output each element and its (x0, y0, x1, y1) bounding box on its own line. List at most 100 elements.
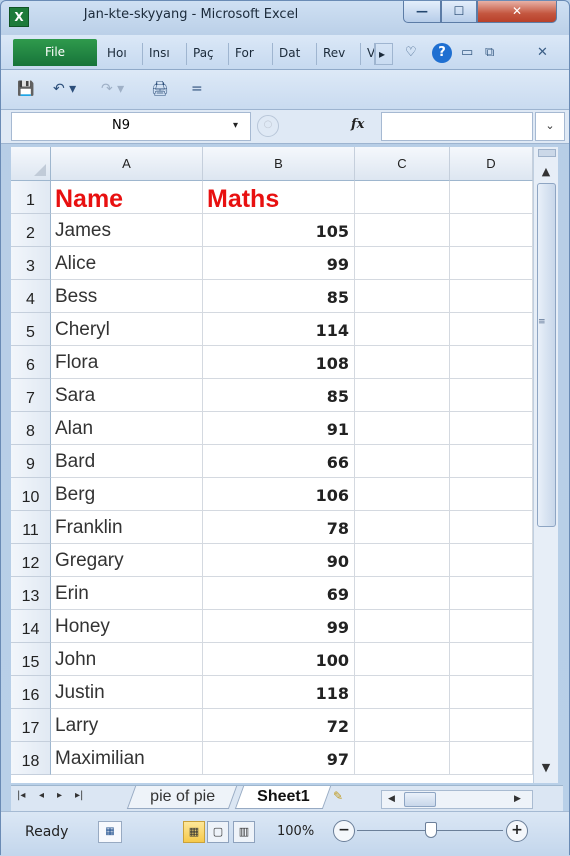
minimize-ribbon-icon[interactable]: ♡ (405, 45, 417, 60)
formula-input[interactable] (381, 112, 533, 141)
name-box[interactable]: N9 (11, 112, 251, 141)
workbook-restore-icon[interactable]: ⧉ (485, 45, 494, 60)
cell-c[interactable] (355, 676, 450, 709)
row-header[interactable]: 1 (11, 181, 51, 214)
cell-c[interactable] (355, 181, 450, 214)
cell-a[interactable]: John (51, 643, 203, 676)
cell-d[interactable] (450, 643, 533, 676)
zoom-slider-thumb[interactable] (425, 822, 437, 838)
row-header[interactable]: 11 (11, 511, 51, 544)
column-header-a[interactable]: A (51, 147, 203, 181)
cell-d[interactable] (450, 610, 533, 643)
cell-a[interactable]: Gregary (51, 544, 203, 577)
cell-c[interactable] (355, 379, 450, 412)
cell-b[interactable]: 118 (203, 676, 355, 709)
cell-a[interactable]: Name (51, 181, 203, 214)
zoom-in-button[interactable]: + (506, 820, 528, 842)
cell-d[interactable] (450, 313, 533, 346)
cell-c[interactable] (355, 511, 450, 544)
cell-c[interactable] (355, 643, 450, 676)
cell-b[interactable]: 85 (203, 379, 355, 412)
cell-d[interactable] (450, 544, 533, 577)
cell-b[interactable]: 106 (203, 478, 355, 511)
cell-a[interactable]: Flora (51, 346, 203, 379)
tab-formulas[interactable]: For (229, 43, 273, 65)
sheet-tab-sheet1[interactable]: Sheet1 (234, 786, 332, 809)
undo-icon[interactable]: ↶ ▾ (53, 81, 76, 97)
cell-c[interactable] (355, 445, 450, 478)
cell-b[interactable]: 69 (203, 577, 355, 610)
cell-a[interactable]: Maximilian (51, 742, 203, 775)
cell-b[interactable]: 97 (203, 742, 355, 775)
cell-d[interactable] (450, 214, 533, 247)
cell-c[interactable] (355, 709, 450, 742)
cell-a[interactable]: Cheryl (51, 313, 203, 346)
select-all-corner[interactable] (11, 147, 51, 181)
tab-home[interactable]: Hoı (101, 43, 143, 65)
column-header-b[interactable]: B (203, 147, 355, 181)
cell-c[interactable] (355, 346, 450, 379)
cancel-icon[interactable]: ○ (257, 115, 279, 137)
tab-view[interactable]: Vı (361, 43, 375, 65)
cell-c[interactable] (355, 610, 450, 643)
cell-d[interactable] (450, 676, 533, 709)
prev-sheet-icon[interactable]: ◂ (39, 790, 44, 801)
workbook-minimize-icon[interactable]: ▭ (461, 45, 473, 60)
cell-d[interactable] (450, 181, 533, 214)
cell-b[interactable]: 85 (203, 280, 355, 313)
cell-b[interactable]: Maths (203, 181, 355, 214)
cell-c[interactable] (355, 412, 450, 445)
zoom-out-button[interactable]: − (333, 820, 355, 842)
expand-formula-bar-icon[interactable]: ⌄ (535, 112, 565, 141)
customize-qat-icon[interactable]: = (191, 81, 203, 97)
cell-a[interactable]: Franklin (51, 511, 203, 544)
zoom-level[interactable]: 100% (277, 824, 314, 839)
normal-view-button[interactable]: ▦ (183, 821, 205, 843)
cell-b[interactable]: 72 (203, 709, 355, 742)
cell-d[interactable] (450, 709, 533, 742)
redo-icon[interactable]: ↷ ▾ (101, 81, 124, 97)
cell-d[interactable] (450, 346, 533, 379)
cell-b[interactable]: 108 (203, 346, 355, 379)
cell-d[interactable] (450, 742, 533, 775)
insert-function-icon[interactable]: fx (351, 117, 364, 132)
cell-b[interactable]: 100 (203, 643, 355, 676)
scroll-left-icon[interactable]: ◀ (388, 791, 395, 807)
cell-c[interactable] (355, 247, 450, 280)
cell-a[interactable]: Bard (51, 445, 203, 478)
tab-insert[interactable]: Insı (143, 43, 187, 65)
row-header[interactable]: 14 (11, 610, 51, 643)
cell-a[interactable]: Alan (51, 412, 203, 445)
tab-page-layout[interactable]: Paç (187, 43, 229, 65)
column-header-d[interactable]: D (450, 147, 533, 181)
cell-b[interactable]: 99 (203, 247, 355, 280)
insert-sheet-icon[interactable]: ✎ (333, 789, 343, 803)
row-header[interactable]: 9 (11, 445, 51, 478)
row-header[interactable]: 16 (11, 676, 51, 709)
cell-d[interactable] (450, 511, 533, 544)
cell-c[interactable] (355, 577, 450, 610)
vertical-scroll-thumb[interactable] (537, 183, 556, 527)
cell-d[interactable] (450, 478, 533, 511)
first-sheet-icon[interactable]: |◂ (17, 790, 25, 801)
cell-a[interactable]: Bess (51, 280, 203, 313)
column-header-c[interactable]: C (355, 147, 450, 181)
cell-c[interactable] (355, 313, 450, 346)
row-header[interactable]: 3 (11, 247, 51, 280)
cell-c[interactable] (355, 742, 450, 775)
save-icon[interactable]: 💾 (17, 81, 34, 97)
cell-d[interactable] (450, 379, 533, 412)
row-header[interactable]: 17 (11, 709, 51, 742)
tab-data[interactable]: Dat (273, 43, 317, 65)
cell-b[interactable]: 91 (203, 412, 355, 445)
cell-a[interactable]: James (51, 214, 203, 247)
sheet-tab-pie-of-pie[interactable]: pie of pie (126, 786, 238, 809)
tab-review[interactable]: Rev (317, 43, 361, 65)
row-header[interactable]: 12 (11, 544, 51, 577)
page-layout-view-button[interactable]: ▢ (207, 821, 229, 843)
cell-a[interactable]: Berg (51, 478, 203, 511)
macro-record-icon[interactable]: ▦ (98, 821, 122, 843)
minimize-button[interactable]: — (403, 1, 441, 23)
cell-b[interactable]: 90 (203, 544, 355, 577)
horizontal-scroll-thumb[interactable] (404, 792, 436, 807)
